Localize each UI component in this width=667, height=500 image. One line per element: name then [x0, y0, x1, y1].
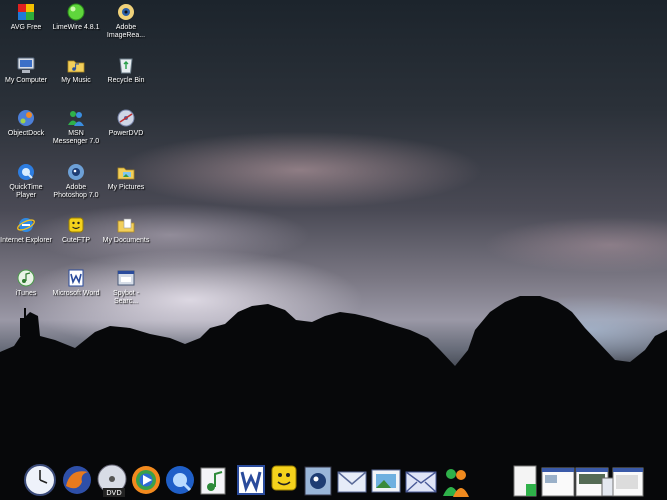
cuteftp-icon [271, 465, 297, 491]
word-icon [237, 465, 265, 495]
icon-label: Recycle Bin [107, 77, 145, 84]
icon-label: ObjectDock [7, 130, 45, 137]
cuteftp-icon[interactable]: CuteFTP [50, 215, 102, 245]
msn-buddies-icon [68, 111, 84, 126]
itunes-icon [200, 467, 226, 495]
clock-dock-item[interactable] [22, 460, 58, 498]
dvd-icon: DVD [97, 464, 127, 497]
svg-text:DVD: DVD [106, 489, 121, 497]
icon-label: My Computer [4, 77, 47, 84]
icon-label: LimeWire 4.8.1 [52, 24, 100, 31]
msn-icon [443, 469, 469, 497]
icon-label: Adobe Photoshop 7.0 [53, 184, 99, 199]
limewire-icon[interactable]: LimeWire 4.8.1 [50, 2, 102, 32]
msn-dock-item[interactable] [440, 460, 472, 498]
quicktime-dock-item[interactable] [163, 460, 197, 498]
my-computer-icon[interactable]: My Computer [0, 55, 52, 85]
dvd-disc-icon [117, 109, 135, 127]
my-documents-icon[interactable]: My Documents [100, 215, 152, 245]
powerdvd-icon[interactable]: PowerDVD [100, 108, 152, 138]
objectdock-icon[interactable]: ObjectDock [0, 108, 52, 138]
msn-messenger-icon[interactable]: MSN Messenger 7.0 [50, 108, 102, 146]
window-thumbnail-icon [513, 465, 537, 497]
spybot-window-icon [117, 270, 135, 286]
icon-label: My Music [61, 77, 91, 84]
icon-label: Internet Explorer [0, 237, 52, 244]
word-w-icon [68, 269, 84, 287]
icon-label: AVG Free [10, 24, 42, 31]
pictures-folder-icon [117, 167, 135, 180]
icon-label: QuickTime Player [9, 184, 43, 199]
window-thumbnail-1[interactable] [512, 460, 540, 498]
window-thumbnail-icon [612, 467, 644, 497]
icon-label: My Documents [102, 237, 150, 244]
desktop[interactable]: AVG Free LimeWire 4.8.1 Adobe ImageRea..… [0, 0, 667, 500]
photo-mail-icon [371, 469, 401, 493]
envelope-icon [405, 471, 437, 493]
documents-folder-icon [117, 218, 135, 233]
media-player-dock-item[interactable] [129, 460, 163, 498]
objectdock-bar: DVD [0, 460, 667, 500]
icon-label: Adobe ImageRea... [106, 24, 146, 39]
media-player-icon [132, 466, 160, 494]
icon-label: My Pictures [107, 184, 145, 191]
microsoft-word-icon[interactable]: Microsoft Word [50, 268, 102, 298]
photoshop-dock-item[interactable] [301, 460, 335, 498]
window-thumbnail-icon [541, 467, 575, 497]
icon-label: CuteFTP [61, 237, 90, 244]
limewire-ball-icon [67, 3, 85, 21]
clock-icon [24, 464, 56, 496]
quicktime-player-icon[interactable]: QuickTime Player [0, 162, 52, 200]
adobe-photoshop-icon[interactable]: Adobe Photoshop 7.0 [50, 162, 102, 200]
photoshop-eye-icon [68, 164, 84, 180]
internet-explorer-icon[interactable]: Internet Explorer [0, 215, 52, 245]
word-dock-item[interactable] [235, 460, 267, 498]
itunes-note-icon [17, 269, 35, 287]
music-folder-icon [67, 60, 85, 73]
icon-label: Spybot - Searc... [112, 290, 140, 305]
firefox-icon [63, 466, 91, 494]
recycle-bin-icon[interactable]: Recycle Bin [100, 55, 152, 85]
itunes-icon[interactable]: iTunes [0, 268, 52, 298]
firefox-dock-item[interactable] [60, 460, 94, 498]
quicktime-q-icon [18, 164, 34, 180]
itunes-dock-item[interactable] [197, 460, 231, 498]
window-thumbnail-5[interactable] [612, 460, 646, 498]
icon-label: Microsoft Word [52, 290, 100, 297]
window-thumbnail-2[interactable] [541, 460, 575, 498]
quicktime-icon [166, 466, 194, 494]
adobe-imageready-icon[interactable]: Adobe ImageRea... [100, 2, 152, 40]
imageready-eye-icon [118, 4, 134, 20]
icon-label: iTunes [15, 290, 37, 297]
mail-dock-item[interactable] [335, 460, 369, 498]
mail-icon [337, 471, 367, 493]
photoshop-icon [304, 466, 332, 496]
spybot-icon[interactable]: Spybot - Searc... [100, 268, 152, 306]
avg-free-icon[interactable]: AVG Free [0, 2, 52, 32]
photo-mail-dock-item[interactable] [369, 460, 403, 498]
my-pictures-icon[interactable]: My Pictures [100, 162, 152, 192]
recycle-bin-icon [119, 58, 133, 74]
avg-shield-icon [18, 4, 34, 20]
objectdock-swirl-icon [18, 110, 34, 126]
cuteftp-smiley-icon [68, 217, 84, 233]
computer-monitor-icon [17, 57, 35, 73]
my-music-icon[interactable]: My Music [50, 55, 102, 85]
internet-explorer-e-icon [17, 218, 35, 232]
cuteftp-dock-item[interactable] [268, 460, 300, 498]
dvd-dock-item[interactable]: DVD [95, 460, 129, 498]
icon-label: PowerDVD [108, 130, 144, 137]
envelope-dock-item[interactable] [403, 460, 439, 498]
icon-label: MSN Messenger 7.0 [52, 130, 100, 145]
